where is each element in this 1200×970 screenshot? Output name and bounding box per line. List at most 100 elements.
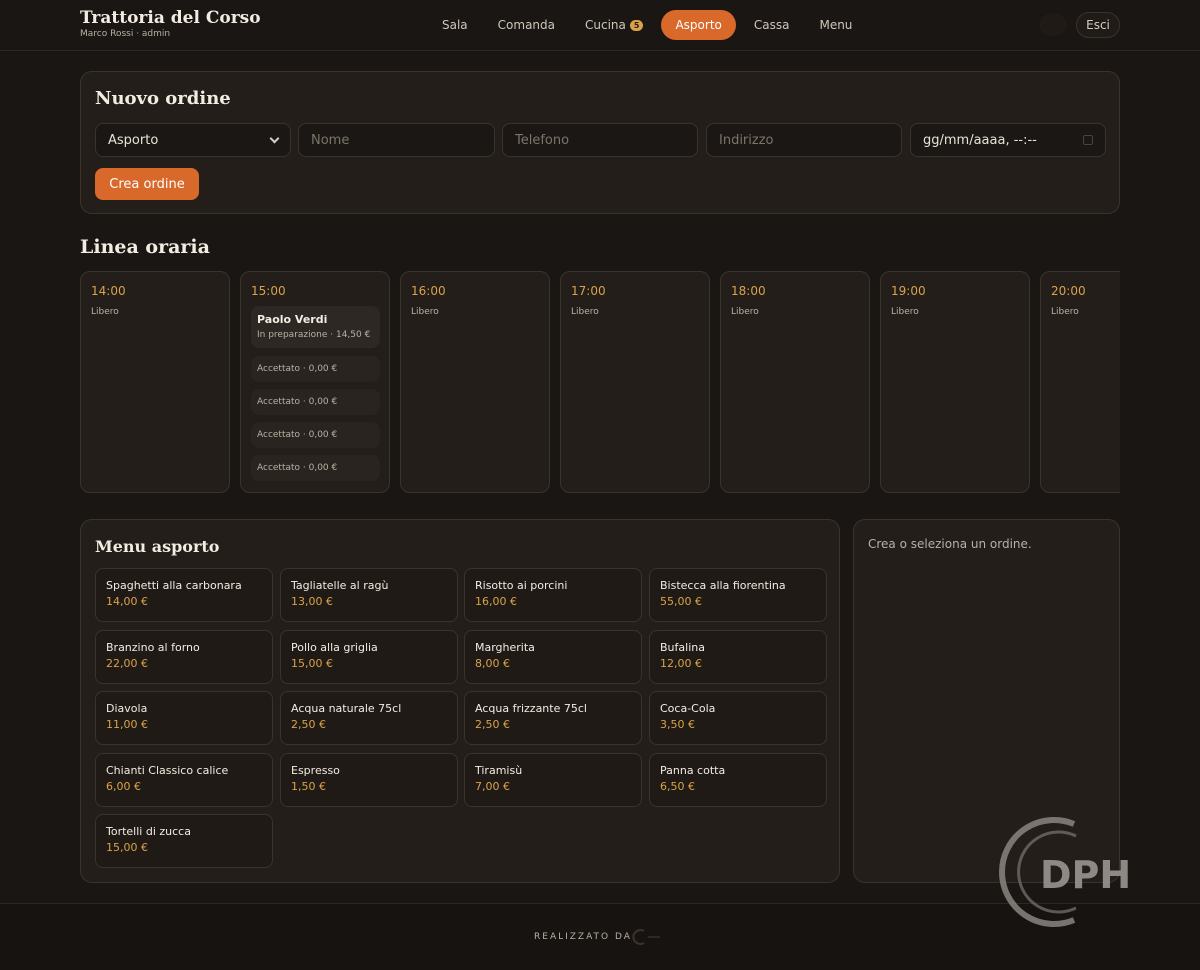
watermark-text: DPH: [1040, 853, 1131, 897]
main-nav: Sala Comanda Cucina 5 Asporto Cassa Menu: [430, 10, 870, 40]
nav-sala[interactable]: Sala: [430, 10, 480, 40]
slot-2000[interactable]: 20:00 Libero: [1040, 271, 1120, 493]
menu-item[interactable]: Diavola 11,00 €: [95, 691, 273, 745]
menu-item-name: Espresso: [291, 764, 340, 777]
order-card[interactable]: Accettato · 0,00 €: [251, 356, 380, 382]
dph-watermark-logo: DPH: [999, 817, 1131, 927]
calendar-icon[interactable]: [1083, 135, 1093, 145]
phone-input[interactable]: Telefono: [502, 123, 698, 157]
menu-item-price: 11,00 €: [106, 718, 148, 731]
nav-menu[interactable]: Menu: [807, 10, 864, 40]
menu-item-name: Coca-Cola: [660, 702, 716, 715]
menu-item-price: 15,00 €: [291, 657, 333, 670]
menu-item[interactable]: Chianti Classico calice 6,00 €: [95, 753, 273, 807]
slot-status: Libero: [731, 307, 759, 317]
menu-item-price: 2,50 €: [475, 718, 510, 731]
takeaway-menu-card: Menu asporto Spaghetti alla carbonara 14,…: [80, 519, 840, 883]
nav-cassa[interactable]: Cassa: [742, 10, 802, 40]
slot-time: 15:00: [251, 284, 286, 298]
chevron-down-icon: [269, 133, 280, 143]
slot-status: Libero: [571, 307, 599, 317]
slot-status: Libero: [1051, 307, 1079, 317]
slot-status: Libero: [411, 307, 439, 317]
nav-comanda[interactable]: Comanda: [486, 10, 567, 40]
footer-credit: REALIZZATO DA: [534, 932, 632, 942]
menu-item-name: Acqua naturale 75cl: [291, 702, 402, 715]
order-card[interactable]: Accettato · 0,00 €: [251, 389, 380, 415]
menu-item-name: Margherita: [475, 641, 535, 654]
logout-button[interactable]: Esci: [1076, 12, 1120, 38]
menu-item-price: 7,00 €: [475, 780, 510, 793]
order-type-value: Asporto: [108, 132, 159, 148]
nav-asporto[interactable]: Asporto: [661, 10, 736, 40]
user-info: Marco Rossi · admin: [80, 29, 171, 39]
new-order-title: Nuovo ordine: [95, 88, 231, 109]
theme-toggle[interactable]: [1040, 14, 1066, 36]
menu-item[interactable]: Acqua frizzante 75cl 2,50 €: [464, 691, 642, 745]
slot-1800[interactable]: 18:00 Libero: [720, 271, 870, 493]
menu-item[interactable]: Tiramisù 7,00 €: [464, 753, 642, 807]
address-input[interactable]: Indirizzo: [706, 123, 902, 157]
menu-item-price: 13,00 €: [291, 595, 333, 608]
slot-1500[interactable]: 15:00 Paolo Verdi In preparazione · 14,5…: [240, 271, 390, 493]
nav-cucina[interactable]: Cucina 5: [573, 10, 655, 40]
menu-item-price: 14,00 €: [106, 595, 148, 608]
menu-item[interactable]: Branzino al forno 22,00 €: [95, 630, 273, 684]
timeline: 14:00 Libero 15:00 Paolo Verdi In prepar…: [80, 271, 1120, 493]
menu-item[interactable]: Tortelli di zucca 15,00 €: [95, 814, 273, 868]
slot-1900[interactable]: 19:00 Libero: [880, 271, 1030, 493]
slot-1400[interactable]: 14:00 Libero: [80, 271, 230, 493]
menu-item[interactable]: Espresso 1,50 €: [280, 753, 458, 807]
menu-item[interactable]: Margherita 8,00 €: [464, 630, 642, 684]
menu-item-price: 1,50 €: [291, 780, 326, 793]
order-status: In preparazione · 14,50 €: [257, 330, 371, 340]
menu-item-name: Pollo alla griglia: [291, 641, 378, 654]
order-card[interactable]: Accettato · 0,00 €: [251, 455, 380, 481]
menu-item-name: Diavola: [106, 702, 148, 715]
maker-logo-icon[interactable]: [632, 929, 662, 945]
slot-time: 18:00: [731, 284, 766, 298]
nav-comanda-label: Comanda: [497, 18, 556, 32]
menu-item[interactable]: Tagliatelle al ragù 13,00 €: [280, 568, 458, 622]
menu-item[interactable]: Pollo alla griglia 15,00 €: [280, 630, 458, 684]
menu-item-price: 6,00 €: [106, 780, 141, 793]
menu-item[interactable]: Acqua naturale 75cl 2,50 €: [280, 691, 458, 745]
slot-time: 19:00: [891, 284, 926, 298]
nav-cassa-label: Cassa: [753, 18, 790, 32]
order-customer-name: Paolo Verdi: [257, 313, 328, 326]
menu-item-price: 8,00 €: [475, 657, 510, 670]
menu-item[interactable]: Bufalina 12,00 €: [649, 630, 827, 684]
name-input[interactable]: Nome: [298, 123, 495, 157]
menu-item[interactable]: Bistecca alla fiorentina 55,00 €: [649, 568, 827, 622]
slot-1600[interactable]: 16:00 Libero: [400, 271, 550, 493]
menu-item-price: 16,00 €: [475, 595, 517, 608]
datetime-input[interactable]: gg/mm/aaaa, --:--: [910, 123, 1106, 157]
order-card[interactable]: Paolo Verdi In preparazione · 14,50 €: [251, 306, 380, 348]
nav-menu-label: Menu: [819, 18, 853, 32]
nav-sala-label: Sala: [442, 18, 468, 32]
menu-item[interactable]: Spaghetti alla carbonara 14,00 €: [95, 568, 273, 622]
menu-item-name: Spaghetti alla carbonara: [106, 579, 242, 592]
menu-item-name: Bistecca alla fiorentina: [660, 579, 786, 592]
menu-item-price: 55,00 €: [660, 595, 702, 608]
menu-item[interactable]: Coca-Cola 3,50 €: [649, 691, 827, 745]
empty-order-message: Crea o seleziona un ordine.: [868, 537, 1032, 551]
new-order-card: Nuovo ordine Asporto Nome Telefono Indir…: [80, 71, 1120, 214]
menu-item-name: Chianti Classico calice: [106, 764, 229, 777]
menu-item-name: Acqua frizzante 75cl: [475, 702, 587, 715]
menu-item-price: 3,50 €: [660, 718, 695, 731]
menu-item-name: Branzino al forno: [106, 641, 200, 654]
slot-time: 16:00: [411, 284, 446, 298]
menu-item-price: 15,00 €: [106, 841, 148, 854]
menu-item-name: Tortelli di zucca: [106, 825, 191, 838]
create-order-button[interactable]: Crea ordine: [95, 168, 199, 200]
order-type-select[interactable]: Asporto: [95, 123, 291, 157]
menu-item[interactable]: Panna cotta 6,50 €: [649, 753, 827, 807]
slot-status: Libero: [891, 307, 919, 317]
menu-item-name: Panna cotta: [660, 764, 726, 777]
slot-time: 20:00: [1051, 284, 1086, 298]
menu-item-name: Tiramisù: [475, 764, 523, 777]
slot-1700[interactable]: 17:00 Libero: [560, 271, 710, 493]
menu-item[interactable]: Risotto ai porcini 16,00 €: [464, 568, 642, 622]
order-card[interactable]: Accettato · 0,00 €: [251, 422, 380, 448]
